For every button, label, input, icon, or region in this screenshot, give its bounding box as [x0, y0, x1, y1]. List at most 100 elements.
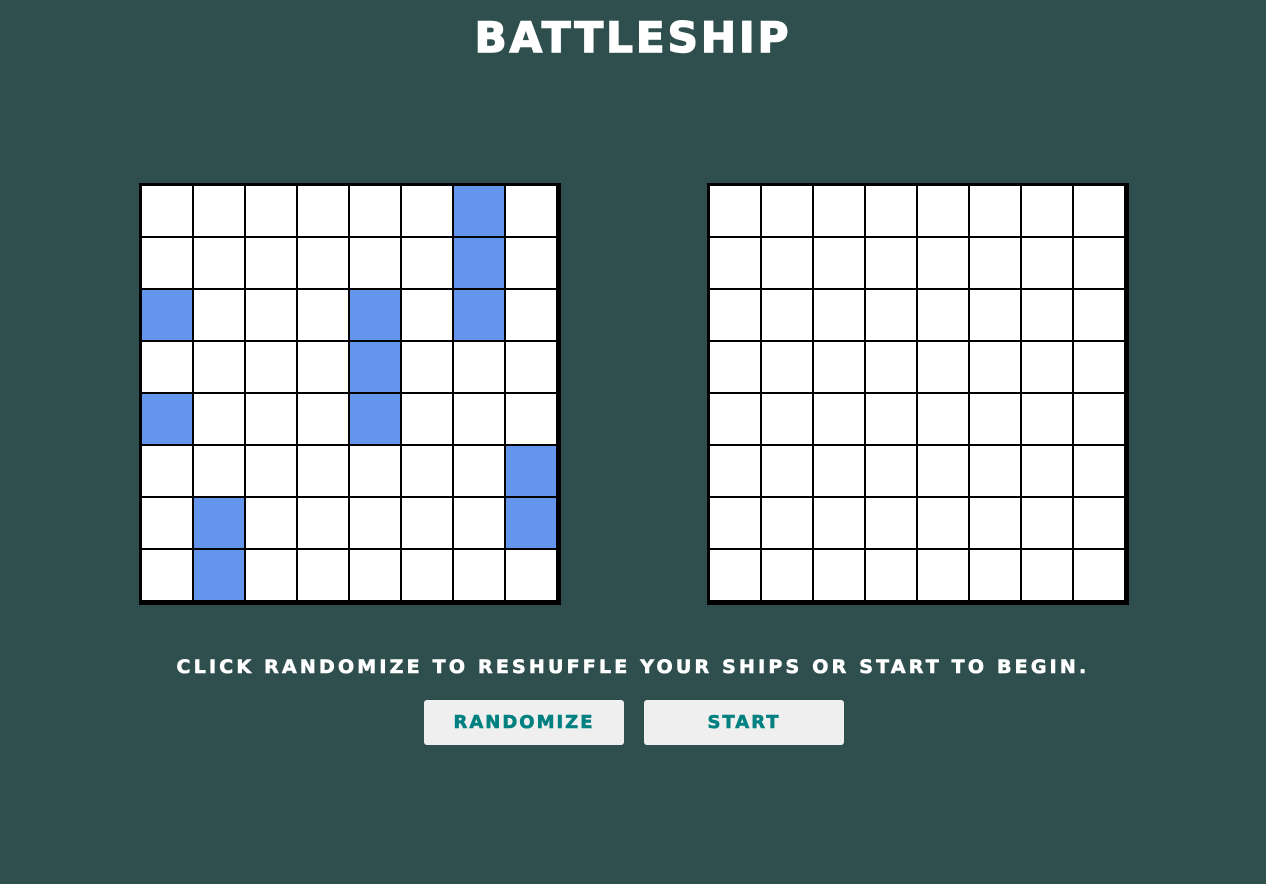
- opponent-water-cell[interactable]: [1022, 446, 1072, 496]
- opponent-water-cell[interactable]: [866, 342, 916, 392]
- opponent-water-cell[interactable]: [814, 342, 864, 392]
- opponent-water-cell[interactable]: [762, 446, 812, 496]
- opponent-water-cell[interactable]: [970, 186, 1020, 236]
- opponent-water-cell[interactable]: [866, 446, 916, 496]
- opponent-water-cell[interactable]: [814, 394, 864, 444]
- opponent-water-cell[interactable]: [866, 394, 916, 444]
- opponent-water-cell[interactable]: [814, 186, 864, 236]
- randomize-button[interactable]: RANDOMIZE: [424, 700, 624, 745]
- opponent-board[interactable]: [707, 183, 1129, 605]
- player-water-cell: [454, 342, 504, 392]
- opponent-water-cell[interactable]: [710, 290, 760, 340]
- player-water-cell: [298, 550, 348, 600]
- opponent-water-cell[interactable]: [710, 238, 760, 288]
- opponent-water-cell[interactable]: [710, 186, 760, 236]
- player-water-cell: [298, 394, 348, 444]
- game-title: BATTLESHIP: [474, 12, 792, 63]
- opponent-water-cell[interactable]: [762, 342, 812, 392]
- player-water-cell: [194, 290, 244, 340]
- opponent-water-cell[interactable]: [710, 394, 760, 444]
- opponent-water-cell[interactable]: [1074, 446, 1124, 496]
- player-water-cell: [142, 342, 192, 392]
- player-water-cell: [142, 238, 192, 288]
- opponent-water-cell[interactable]: [710, 498, 760, 548]
- player-water-cell: [142, 446, 192, 496]
- opponent-water-cell[interactable]: [918, 446, 968, 496]
- player-water-cell: [194, 394, 244, 444]
- player-ship-cell: [350, 394, 400, 444]
- opponent-water-cell[interactable]: [1074, 186, 1124, 236]
- opponent-water-cell[interactable]: [814, 290, 864, 340]
- player-water-cell: [298, 238, 348, 288]
- opponent-water-cell[interactable]: [1074, 498, 1124, 548]
- opponent-water-cell[interactable]: [1022, 342, 1072, 392]
- opponent-water-cell[interactable]: [1074, 290, 1124, 340]
- player-water-cell: [194, 446, 244, 496]
- opponent-water-cell[interactable]: [762, 498, 812, 548]
- opponent-water-cell[interactable]: [710, 342, 760, 392]
- opponent-water-cell[interactable]: [710, 446, 760, 496]
- opponent-water-cell[interactable]: [970, 498, 1020, 548]
- opponent-water-cell[interactable]: [762, 186, 812, 236]
- player-ship-cell: [350, 290, 400, 340]
- opponent-water-cell[interactable]: [1022, 238, 1072, 288]
- opponent-water-cell[interactable]: [918, 290, 968, 340]
- opponent-water-cell[interactable]: [1022, 394, 1072, 444]
- opponent-water-cell[interactable]: [1022, 290, 1072, 340]
- opponent-water-cell[interactable]: [814, 446, 864, 496]
- opponent-water-cell[interactable]: [1074, 342, 1124, 392]
- player-ship-cell: [194, 550, 244, 600]
- player-water-cell: [350, 446, 400, 496]
- opponent-water-cell[interactable]: [866, 186, 916, 236]
- opponent-water-cell[interactable]: [918, 238, 968, 288]
- opponent-water-cell[interactable]: [762, 290, 812, 340]
- opponent-water-cell[interactable]: [1074, 550, 1124, 600]
- player-water-cell: [298, 498, 348, 548]
- opponent-water-cell[interactable]: [918, 186, 968, 236]
- opponent-water-cell[interactable]: [866, 550, 916, 600]
- opponent-water-cell[interactable]: [710, 550, 760, 600]
- opponent-water-cell[interactable]: [918, 498, 968, 548]
- opponent-water-cell[interactable]: [866, 290, 916, 340]
- status-message: CLICK RANDOMIZE TO RESHUFFLE YOUR SHIPS …: [176, 656, 1090, 679]
- opponent-water-cell[interactable]: [970, 342, 1020, 392]
- opponent-water-cell[interactable]: [1022, 498, 1072, 548]
- player-water-cell: [506, 290, 556, 340]
- opponent-water-cell[interactable]: [970, 550, 1020, 600]
- player-ship-cell: [506, 446, 556, 496]
- opponent-water-cell[interactable]: [814, 498, 864, 548]
- player-water-cell: [402, 342, 452, 392]
- opponent-water-cell[interactable]: [970, 238, 1020, 288]
- opponent-water-cell[interactable]: [1022, 186, 1072, 236]
- opponent-water-cell[interactable]: [918, 342, 968, 392]
- player-water-cell: [454, 446, 504, 496]
- opponent-water-cell[interactable]: [762, 394, 812, 444]
- opponent-water-cell[interactable]: [814, 238, 864, 288]
- opponent-water-cell[interactable]: [970, 394, 1020, 444]
- player-water-cell: [506, 186, 556, 236]
- player-water-cell: [454, 394, 504, 444]
- player-water-cell: [402, 498, 452, 548]
- opponent-water-cell[interactable]: [1074, 394, 1124, 444]
- player-water-cell: [402, 394, 452, 444]
- start-button[interactable]: START: [644, 700, 844, 745]
- opponent-water-cell[interactable]: [866, 238, 916, 288]
- opponent-water-cell[interactable]: [814, 550, 864, 600]
- player-water-cell: [246, 446, 296, 496]
- opponent-water-cell[interactable]: [762, 238, 812, 288]
- player-water-cell: [246, 394, 296, 444]
- player-water-cell: [454, 498, 504, 548]
- opponent-water-cell[interactable]: [762, 550, 812, 600]
- player-water-cell: [298, 342, 348, 392]
- player-water-cell: [506, 238, 556, 288]
- opponent-water-cell[interactable]: [1022, 550, 1072, 600]
- player-water-cell: [142, 186, 192, 236]
- opponent-water-cell[interactable]: [918, 394, 968, 444]
- opponent-water-cell[interactable]: [1074, 238, 1124, 288]
- player-water-cell: [454, 550, 504, 600]
- opponent-water-cell[interactable]: [970, 290, 1020, 340]
- opponent-water-cell[interactable]: [970, 446, 1020, 496]
- player-water-cell: [506, 342, 556, 392]
- opponent-water-cell[interactable]: [918, 550, 968, 600]
- opponent-water-cell[interactable]: [866, 498, 916, 548]
